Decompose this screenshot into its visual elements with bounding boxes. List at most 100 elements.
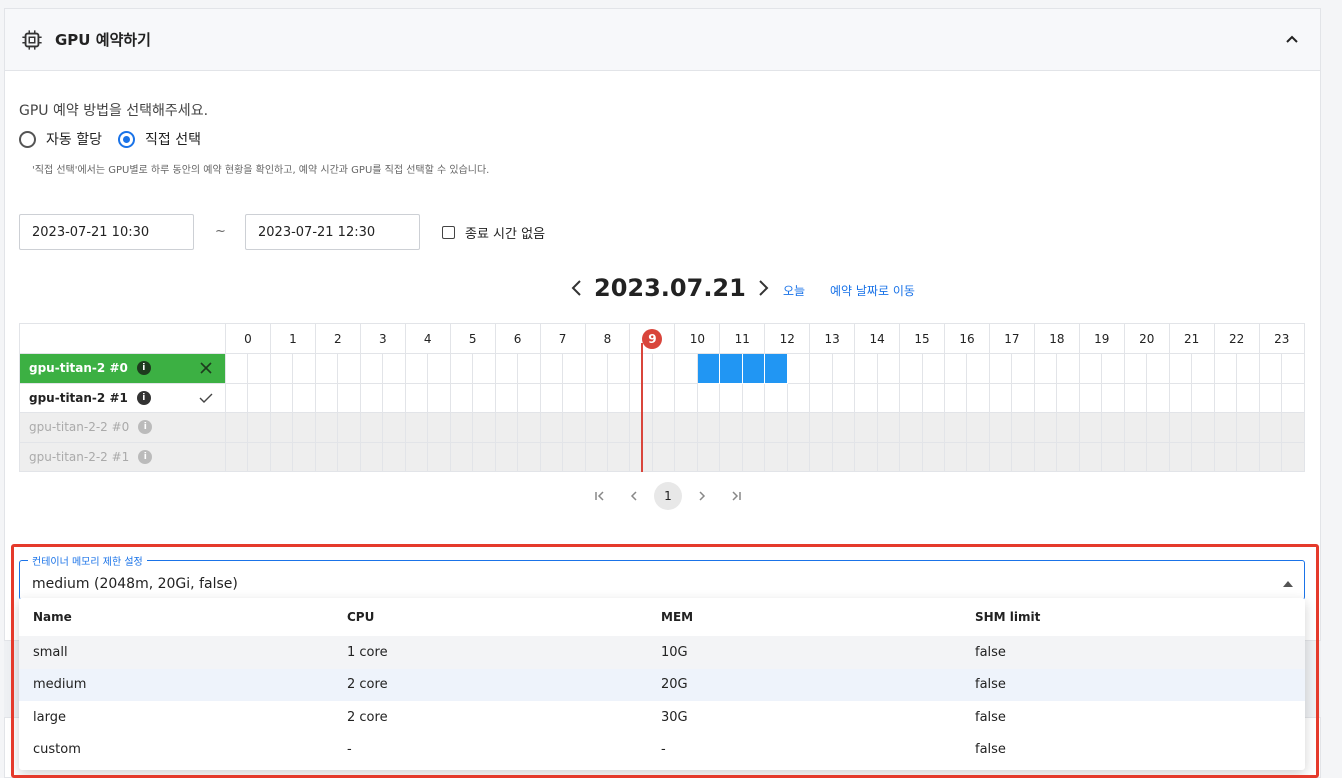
radio-auto-assign[interactable]: 자동 할당 xyxy=(19,129,102,149)
time-slot[interactable] xyxy=(1146,353,1170,384)
chevron-up-icon[interactable] xyxy=(1282,29,1302,49)
booked-slot[interactable] xyxy=(719,353,743,384)
radio-manual-circle[interactable] xyxy=(117,130,135,148)
time-slot[interactable] xyxy=(876,382,901,413)
time-slot[interactable] xyxy=(359,382,384,413)
gpu-row[interactable]: gpu-titan-2 #0 i xyxy=(19,353,1305,384)
no-end-time-box[interactable] xyxy=(442,226,455,239)
time-slot[interactable] xyxy=(1191,353,1215,384)
time-slot[interactable] xyxy=(562,382,586,413)
gpu-row[interactable]: gpu-titan-2 #1 i xyxy=(19,382,1305,413)
time-slot[interactable] xyxy=(899,353,923,384)
time-slot[interactable] xyxy=(943,382,968,413)
time-slot[interactable] xyxy=(921,382,946,413)
end-datetime-input[interactable]: 2023-07-21 12:30 xyxy=(245,214,420,250)
time-slot[interactable] xyxy=(1213,382,1238,413)
time-slot[interactable] xyxy=(269,382,294,413)
time-slot[interactable] xyxy=(1213,353,1238,384)
time-slot[interactable] xyxy=(1123,353,1148,384)
time-slot[interactable] xyxy=(269,353,294,384)
time-slot[interactable] xyxy=(1281,353,1305,384)
time-slot[interactable] xyxy=(651,382,676,413)
time-slot[interactable] xyxy=(427,382,451,413)
panel-header[interactable]: GPU 예약하기 xyxy=(5,9,1320,71)
time-slot[interactable] xyxy=(539,382,564,413)
time-slot[interactable] xyxy=(1236,353,1260,384)
time-slot[interactable] xyxy=(1168,382,1193,413)
time-slot[interactable] xyxy=(224,382,249,413)
radio-manual-select[interactable]: 직접 선택 xyxy=(117,129,201,149)
time-slot[interactable] xyxy=(539,353,564,384)
info-icon[interactable]: i xyxy=(136,390,151,405)
time-slot[interactable] xyxy=(1281,382,1305,413)
time-slot[interactable] xyxy=(314,353,339,384)
time-slot[interactable] xyxy=(449,353,474,384)
time-slot[interactable] xyxy=(494,382,519,413)
time-slot[interactable] xyxy=(966,382,990,413)
time-slot[interactable] xyxy=(809,382,833,413)
gpu-name-cell[interactable]: gpu-titan-2 #0 i xyxy=(19,353,226,384)
time-slot[interactable] xyxy=(562,353,586,384)
booked-slot[interactable] xyxy=(764,353,788,384)
gpu-name-cell[interactable]: gpu-titan-2 #1 i xyxy=(19,382,226,413)
time-slot[interactable] xyxy=(449,382,474,413)
time-slot[interactable] xyxy=(1078,353,1103,384)
time-slot[interactable] xyxy=(786,382,811,413)
time-slot[interactable] xyxy=(606,353,631,384)
time-slot[interactable] xyxy=(1258,382,1283,413)
time-slot[interactable] xyxy=(831,382,856,413)
time-slot[interactable] xyxy=(382,382,406,413)
time-slot[interactable] xyxy=(606,382,631,413)
radio-auto-circle[interactable] xyxy=(19,130,36,148)
time-slot[interactable] xyxy=(988,382,1013,413)
next-page-icon[interactable] xyxy=(688,482,716,510)
time-slot[interactable] xyxy=(921,353,946,384)
time-slot[interactable] xyxy=(404,353,429,384)
time-slot[interactable] xyxy=(584,382,608,413)
prev-page-icon[interactable] xyxy=(620,482,648,510)
time-slot[interactable] xyxy=(1236,382,1260,413)
time-slot[interactable] xyxy=(1191,382,1215,413)
time-slot[interactable] xyxy=(854,353,878,384)
time-slot[interactable] xyxy=(1056,353,1080,384)
no-end-time-checkbox[interactable]: 종료 시간 없음 xyxy=(442,223,545,242)
time-slot[interactable] xyxy=(292,353,316,384)
first-page-icon[interactable] xyxy=(586,482,614,510)
time-slot[interactable] xyxy=(1101,353,1125,384)
time-slot[interactable] xyxy=(1011,382,1035,413)
chevron-right-icon[interactable] xyxy=(756,278,772,298)
time-slot[interactable] xyxy=(943,353,968,384)
time-slot[interactable] xyxy=(517,382,541,413)
booked-slot[interactable] xyxy=(696,353,721,384)
time-slot[interactable] xyxy=(247,353,271,384)
time-slot[interactable] xyxy=(337,382,361,413)
time-slot[interactable] xyxy=(1258,353,1283,384)
info-icon[interactable]: i xyxy=(136,361,151,376)
time-slot[interactable] xyxy=(337,353,361,384)
time-slot[interactable] xyxy=(741,382,766,413)
time-slot[interactable] xyxy=(1123,382,1148,413)
time-slot[interactable] xyxy=(1101,382,1125,413)
last-page-icon[interactable] xyxy=(722,482,750,510)
time-slot[interactable] xyxy=(359,353,384,384)
time-slot[interactable] xyxy=(696,382,721,413)
goto-reservation-date-link[interactable]: 예약 날짜로 이동 xyxy=(830,282,915,299)
time-slot[interactable] xyxy=(876,353,901,384)
info-icon[interactable]: i xyxy=(138,449,153,464)
time-slot[interactable] xyxy=(786,353,811,384)
time-slot[interactable] xyxy=(1011,353,1035,384)
time-slot[interactable] xyxy=(584,353,608,384)
time-slot[interactable] xyxy=(899,382,923,413)
time-slot[interactable] xyxy=(494,353,519,384)
time-slot[interactable] xyxy=(247,382,271,413)
time-slot[interactable] xyxy=(1146,382,1170,413)
time-slot[interactable] xyxy=(674,353,698,384)
time-slot[interactable] xyxy=(382,353,406,384)
close-icon[interactable] xyxy=(199,361,213,375)
time-slot[interactable] xyxy=(1033,382,1058,413)
time-slot[interactable] xyxy=(1033,353,1058,384)
time-slot[interactable] xyxy=(831,353,856,384)
time-slot[interactable] xyxy=(674,382,698,413)
time-slot[interactable] xyxy=(1168,353,1193,384)
time-slot[interactable] xyxy=(472,382,496,413)
